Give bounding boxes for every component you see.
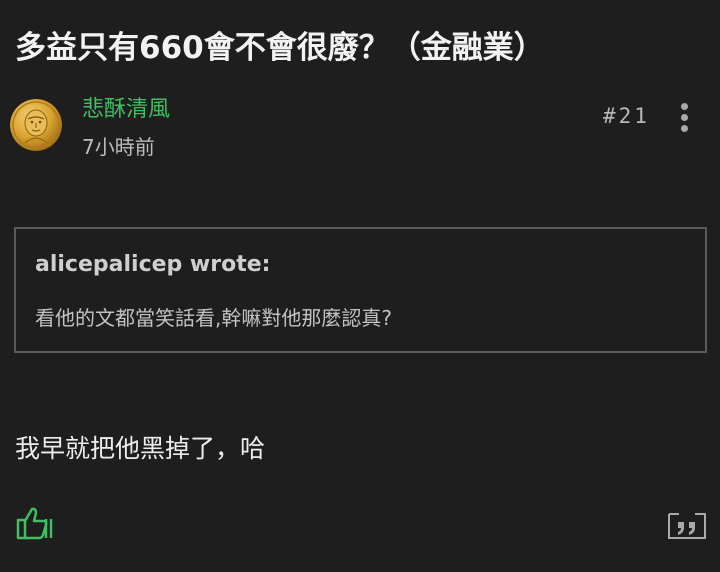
quote-text: 看他的文都當笑話看,幹嘛對他那麼認真? xyxy=(35,306,392,330)
more-dot xyxy=(681,114,688,121)
more-options-button[interactable] xyxy=(670,100,700,136)
post-timestamp: 7小時前 xyxy=(82,135,155,159)
more-dot xyxy=(681,125,688,132)
quote-block: alicepalicep wrote: 看他的文都當笑話看,幹嘛對他那麼認真? xyxy=(14,227,707,353)
thumbs-up-icon xyxy=(16,507,53,540)
quote-author: alicepalicep wrote: xyxy=(35,252,271,277)
author-name[interactable]: 悲酥清風 xyxy=(82,94,170,126)
post-body: 我早就把他黑掉了，哈 xyxy=(15,434,266,463)
coin-portrait-avatar-icon xyxy=(10,99,62,151)
more-vertical-icon xyxy=(681,103,688,110)
post-page: 多益只有660會不會很廢？（金融業） 悲酥清風 7小時前 #21 alicepa… xyxy=(0,0,720,572)
quote-reply-icon xyxy=(668,513,706,539)
page-title: 多益只有660會不會很廢？（金融業） xyxy=(15,30,545,66)
like-button[interactable] xyxy=(14,505,56,541)
floor-number: #21 xyxy=(603,104,650,128)
avatar[interactable] xyxy=(10,99,62,151)
quote-reply-button[interactable] xyxy=(667,508,707,540)
